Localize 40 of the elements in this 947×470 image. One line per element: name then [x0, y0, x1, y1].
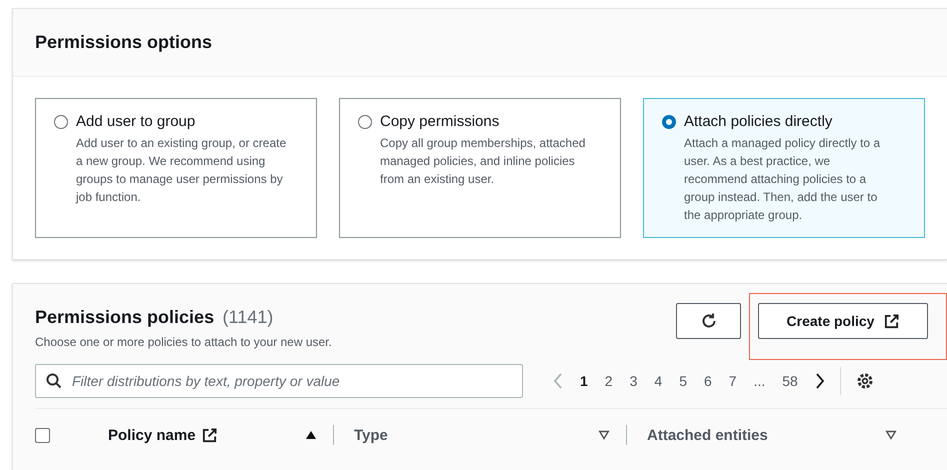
page-number[interactable]: 7	[728, 373, 737, 389]
page-number[interactable]: ...	[754, 373, 766, 389]
column-header[interactable]: Policy name	[108, 426, 196, 444]
page-number[interactable]: 4	[654, 373, 662, 389]
page-number[interactable]: 2	[604, 373, 613, 389]
page-number[interactable]: 58	[782, 373, 798, 389]
option-tile[interactable]: Add user to group Add user to an existing group, or create a new group. We recommend using groups to manage user permissions by job function.	[35, 98, 317, 238]
panel-title: Permissions policies	[35, 307, 214, 327]
settings-icon[interactable]	[856, 372, 874, 390]
option-tile[interactable]: Attach policies directly Attach a managed policy directly to a user. As a best practice, we recommend attaching policies to a group instead. Then, add the user to the appropriate group.	[643, 98, 925, 238]
external-link-icon	[884, 314, 900, 328]
sort-ascending-icon[interactable]	[305, 430, 317, 440]
external-link-icon	[202, 428, 217, 442]
page-number[interactable]: 3	[630, 373, 638, 389]
select-all-checkbox[interactable]	[35, 428, 50, 442]
policy-count: (1141)	[222, 307, 274, 327]
option-description: Add user to an existing group, or create a new group. We recommend using groups to manage user permissions by job function.	[76, 135, 288, 206]
page-number[interactable]: 5	[679, 373, 687, 389]
panel-title: Permissions options	[35, 32, 212, 53]
option-label: Add user to group	[76, 113, 196, 130]
column-header[interactable]: Attached entities	[647, 426, 768, 444]
option-label: Copy permissions	[380, 113, 500, 130]
page-number[interactable]: 1	[580, 373, 588, 389]
column-header[interactable]: Type	[354, 426, 388, 444]
sort-icon[interactable]	[598, 430, 610, 440]
create-policy-button[interactable]: Create policy	[758, 303, 928, 339]
radio-button[interactable]	[54, 115, 68, 129]
sort-icon[interactable]	[885, 430, 897, 440]
refresh-button[interactable]	[676, 303, 741, 339]
panel-subtitle: Choose one or more policies to attach to your new user.	[35, 335, 333, 349]
option-tile[interactable]: Copy permissions Copy all group memberships, attached managed policies, and inline policies from an existing user.	[339, 98, 621, 238]
option-label: Attach policies directly	[684, 113, 834, 130]
page-number[interactable]: 6	[704, 373, 712, 389]
option-description: Attach a managed policy directly to a user. As a best practice, we recommend attaching policies to a group instead. Then, add the user to the appropriate group.	[684, 135, 882, 224]
option-description: Copy all group memberships, attached managed policies, and inline policies from an existing user.	[380, 135, 586, 188]
search-field[interactable]: Filter distributions by text, property or value	[35, 364, 523, 398]
refresh-icon	[700, 312, 718, 330]
next-page-icon[interactable]	[814, 373, 825, 389]
radio-button[interactable]	[358, 115, 372, 129]
radio-button[interactable]	[662, 115, 676, 129]
